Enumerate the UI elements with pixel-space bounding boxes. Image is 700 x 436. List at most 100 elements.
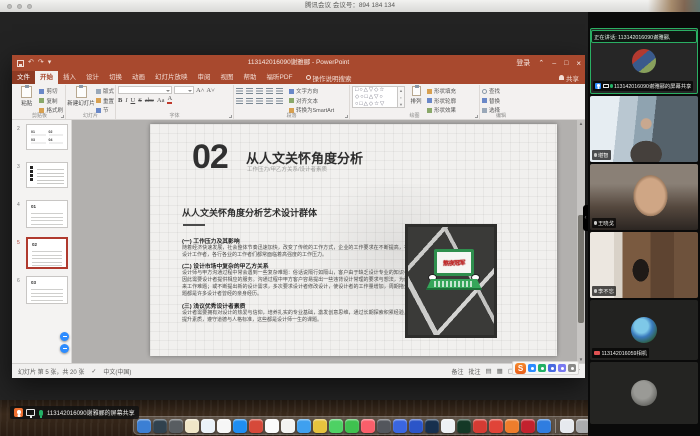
meeting-dock-icon[interactable]	[457, 419, 471, 433]
app-store-dock-icon[interactable]	[233, 419, 247, 433]
tab-animations[interactable]: 动画	[127, 71, 150, 84]
tab-foxit-pdf[interactable]: 福昕PDF	[262, 71, 298, 84]
qq-dock-icon[interactable]	[441, 419, 455, 433]
cloud-drive-dock-icon[interactable]	[393, 419, 407, 433]
tab-slideshow[interactable]: 幻灯片放映	[150, 71, 193, 84]
align-left-icon[interactable]	[236, 98, 243, 104]
comments-button[interactable]: 批注	[468, 367, 480, 376]
align-right-icon[interactable]	[256, 98, 263, 104]
spellcheck-icon[interactable]: ✓	[91, 368, 96, 375]
slide-3-thumbnail[interactable]	[26, 162, 68, 188]
tab-home[interactable]: 开始	[35, 71, 58, 84]
minimize-button[interactable]: –	[552, 60, 556, 67]
text-direction-button[interactable]: 文字方向	[289, 87, 334, 95]
shapes-gallery-scroll[interactable]: ▲▪▼	[398, 86, 405, 108]
trash-dock-icon[interactable]	[576, 419, 588, 433]
edge-dock-icon[interactable]	[537, 419, 551, 433]
textedit-dock-icon[interactable]	[265, 419, 279, 433]
sidebar-collapse-handle[interactable]: ‹	[583, 205, 588, 231]
font-color-button[interactable]: A	[167, 96, 172, 104]
participant-tile-avatar[interactable]: 113142016059相机	[590, 300, 698, 360]
sogou-icon[interactable]: S	[515, 363, 526, 374]
camera-dock-icon[interactable]	[169, 419, 183, 433]
numbering-icon[interactable]	[246, 88, 253, 94]
notes-dock-icon[interactable]	[185, 419, 199, 433]
arrange-button[interactable]: 排列	[407, 86, 425, 111]
photoshop-dock-icon[interactable]	[425, 419, 439, 433]
mic-icon[interactable]	[538, 364, 546, 372]
find-button[interactable]: 查找	[482, 87, 500, 95]
toolbox-icon[interactable]	[568, 364, 576, 372]
maximize-button[interactable]: □	[564, 60, 568, 67]
slide-4-thumbnail[interactable]: 01	[26, 200, 68, 228]
tab-file[interactable]: 文件	[12, 71, 35, 84]
share-button[interactable]: 共享	[559, 71, 579, 84]
normal-view-icon[interactable]: ▤	[486, 367, 492, 375]
layout-button[interactable]: 版式	[96, 87, 114, 95]
rocket-dock-icon[interactable]	[409, 419, 423, 433]
downloads-folder-dock-icon[interactable]	[560, 419, 574, 433]
browser-dock-icon[interactable]	[153, 419, 167, 433]
indent-increase-icon[interactable]	[266, 88, 273, 94]
tab-help[interactable]: 帮助	[239, 71, 262, 84]
dialog-launcher-icon[interactable]	[61, 115, 64, 118]
keynote-dock-icon[interactable]	[297, 419, 311, 433]
scroll-up-icon[interactable]: ▲	[577, 121, 585, 126]
qat-dropdown-icon[interactable]: ▾	[48, 57, 52, 69]
annotation-button[interactable]	[60, 344, 69, 353]
keyboard-icon[interactable]	[528, 364, 536, 372]
reset-button[interactable]: 重置	[96, 97, 114, 105]
underline-button[interactable]: U	[131, 97, 136, 104]
columns-icon[interactable]	[276, 98, 283, 104]
dialog-launcher-icon[interactable]	[229, 115, 232, 118]
slide-sorter-icon[interactable]: ▦	[497, 367, 503, 375]
ribbon-options-icon[interactable]: ⌃	[538, 59, 544, 67]
tab-view[interactable]: 视图	[216, 71, 239, 84]
grow-font-button[interactable]: A˄	[196, 87, 204, 94]
tell-me-search[interactable]: 操作说明搜索	[306, 71, 352, 84]
login-button[interactable]: 登录	[516, 58, 530, 68]
safari-dock-icon[interactable]	[201, 419, 215, 433]
justify-icon[interactable]	[266, 98, 273, 104]
taobao-dock-icon[interactable]	[505, 419, 519, 433]
shrink-font-button[interactable]: A˅	[206, 87, 214, 94]
participant-tile-video[interactable]: 王晓戈	[590, 164, 698, 230]
replace-button[interactable]: 替换	[482, 97, 500, 105]
bold-button[interactable]: B	[118, 97, 122, 104]
save-icon[interactable]	[17, 60, 24, 67]
shape-outline-button[interactable]: 形状轮廓	[427, 97, 456, 105]
messages-dock-icon[interactable]	[329, 419, 343, 433]
strikethrough-button[interactable]: S	[138, 97, 142, 104]
music-dock-icon[interactable]	[361, 419, 375, 433]
redo-icon[interactable]: ↷	[38, 57, 44, 69]
launchpad-dock-icon[interactable]	[313, 419, 327, 433]
align-center-icon[interactable]	[246, 98, 253, 104]
tab-transitions[interactable]: 切换	[104, 71, 127, 84]
dialog-launcher-icon[interactable]	[475, 115, 478, 118]
wechat-dock-icon[interactable]	[345, 419, 359, 433]
pages-dock-icon[interactable]	[281, 419, 295, 433]
shapes-gallery[interactable]: □○△▽◇☆ ◇○□△▽○ ○□△◇☆▽	[352, 86, 398, 108]
acrobat-dock-icon[interactable]	[521, 419, 535, 433]
vertical-scrollbar[interactable]: ▲ ▼	[577, 120, 585, 363]
tab-insert[interactable]: 插入	[58, 71, 81, 84]
emoji-icon[interactable]	[548, 364, 556, 372]
dialog-launcher-icon[interactable]	[345, 115, 348, 118]
font-name-select[interactable]	[118, 86, 172, 94]
tab-review[interactable]: 审阅	[193, 71, 216, 84]
italic-button[interactable]: I	[125, 97, 127, 104]
netease-music-dock-icon[interactable]	[473, 419, 487, 433]
participant-tile-video[interactable]: 堪智	[590, 96, 698, 162]
copy-button[interactable]: 复制	[39, 97, 63, 105]
char-spacing-button[interactable]: abc	[145, 97, 154, 104]
annotation-button[interactable]	[60, 332, 69, 341]
notes-button[interactable]: 备注	[451, 367, 463, 376]
change-case-button[interactable]: Aa	[157, 97, 165, 104]
photos-dock-icon[interactable]	[217, 419, 231, 433]
participant-tile-avatar[interactable]	[590, 362, 698, 424]
slide-5-thumbnail-selected[interactable]: 02	[26, 237, 68, 269]
maps-dock-icon[interactable]	[489, 419, 503, 433]
language-indicator[interactable]: 中文(中国)	[103, 367, 131, 376]
cut-button[interactable]: 剪切	[39, 87, 63, 95]
finder-dock-icon[interactable]	[137, 419, 151, 433]
